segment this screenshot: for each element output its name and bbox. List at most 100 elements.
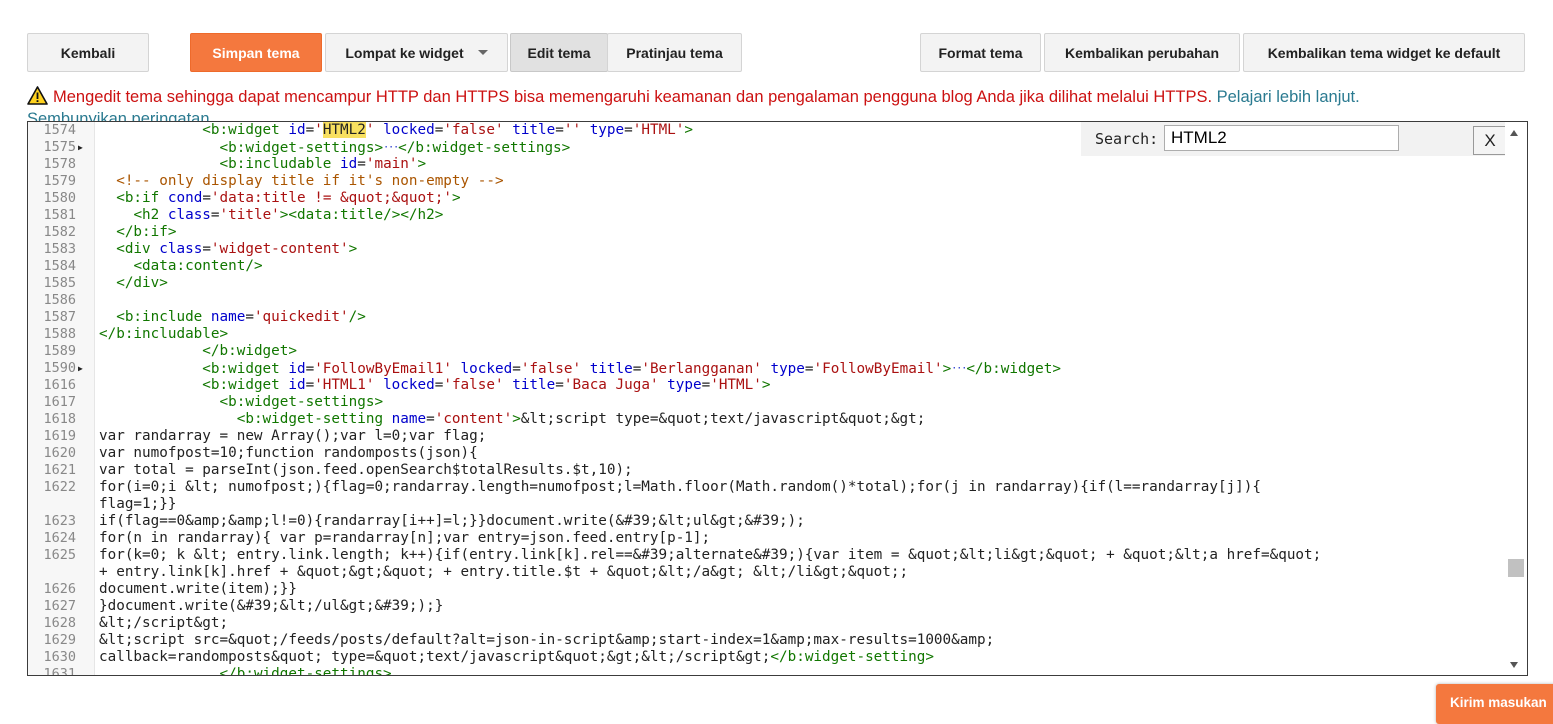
code-token: for(i=0;i &lt; numofpost;){flag=0;randar… (99, 479, 1262, 512)
code-token: <b:includable (219, 156, 332, 172)
jump-to-widget-dropdown[interactable]: Lompat ke widget (325, 33, 508, 72)
code-text: <h2 class='title'><data:title/></h2> (99, 207, 443, 224)
scroll-up-arrow-icon[interactable] (1510, 130, 1518, 136)
https-warning: Mengedit tema sehingga dapat mencampur H… (27, 86, 1527, 122)
code-token: 'widget-content' (210, 241, 349, 257)
code-text: for(k=0; k &lt; entry.link.length; k++){… (99, 547, 1321, 581)
edit-label: Edit tema (527, 44, 591, 61)
code-text: </b:includable> (99, 326, 228, 343)
line-number: 1621 (43, 462, 76, 478)
line-number: 1586 (43, 292, 76, 308)
code-token: </b:if> (116, 224, 177, 240)
code-token: callback=randomposts&quot; type=&quot;te… (99, 649, 771, 665)
line-number: 1622 (43, 479, 76, 495)
code-token: </b:includable> (99, 326, 229, 342)
line-number: 1581 (43, 207, 76, 223)
code-text: document.write(item);}} (99, 581, 297, 598)
close-search-button[interactable]: X (1473, 126, 1507, 155)
code-token: = (512, 361, 521, 377)
code-editor[interactable]: 1574 <b:widget id='HTML2' locked='false'… (27, 121, 1528, 676)
code-token: 'false' (443, 122, 504, 138)
save-theme-button[interactable]: Simpan tema (190, 33, 322, 72)
learn-more-link[interactable]: Pelajari lebih lanjut (1217, 88, 1356, 106)
line-number: 1618 (43, 411, 76, 427)
search-label: Search: (1095, 130, 1159, 148)
back-button[interactable]: Kembali (27, 33, 149, 72)
code-token: &lt;script src=&quot;/feeds/posts/defaul… (99, 632, 995, 648)
line-number: 1585 (43, 275, 76, 291)
code-token: document.write(item);}} (99, 581, 297, 597)
search-bar: Search: X (1081, 122, 1508, 156)
line-number: 1628 (43, 615, 76, 631)
fold-arrow-icon[interactable]: ▶ (78, 139, 88, 156)
code-text: <div class='widget-content'> (99, 241, 357, 258)
code-token: 'false' (520, 361, 582, 377)
code-text: for(i=0;i &lt; numofpost;){flag=0;randar… (99, 479, 1261, 513)
code-token: <b:if (116, 190, 160, 206)
code-text: <b:include name='quickedit'/> (99, 309, 366, 326)
code-token: title (589, 361, 633, 377)
scroll-down-arrow-icon[interactable] (1510, 662, 1518, 668)
code-token: = (555, 377, 564, 393)
code-token: </b:widget-setting> (770, 649, 934, 665)
code-token: = (210, 207, 220, 223)
line-number: 1629 (43, 632, 76, 648)
code-token: 'HTML1' (314, 377, 375, 393)
reset-widgets-button[interactable]: Kembalikan tema widget ke default (1243, 33, 1525, 72)
code-token: 'main' (365, 156, 418, 172)
send-feedback-button[interactable]: Kirim masukan (1436, 684, 1553, 724)
line-number: 1623 (43, 513, 76, 529)
code-token: <b:widget (202, 122, 280, 138)
code-token: = (245, 309, 254, 325)
line-number: 1582 (43, 224, 76, 240)
line-number: 1625 (43, 547, 76, 563)
fold-arrow-icon[interactable]: ▶ (78, 360, 88, 377)
folded-ellipsis-icon[interactable]: ··· (951, 363, 967, 374)
code-text: <b:includable id='main'> (99, 156, 427, 173)
code-token: class (159, 241, 203, 257)
line-number: 1631 (43, 666, 76, 676)
scrollbar-thumb[interactable] (1508, 559, 1524, 577)
format-theme-button[interactable]: Format tema (920, 33, 1041, 72)
code-token: ' (314, 122, 323, 138)
code-text: <b:if cond='data:title != &quot;&quot;'> (99, 190, 460, 207)
folded-ellipsis-icon[interactable]: ··· (383, 142, 399, 153)
code-token: = (555, 122, 564, 138)
preview-theme-button[interactable]: Pratinjau tema (607, 33, 742, 72)
code-text: for(n in randarray){ var p=randarray[n];… (99, 530, 710, 547)
vertical-scrollbar[interactable] (1505, 122, 1527, 675)
edit-theme-button[interactable]: Edit tema (510, 33, 608, 72)
code-token: > (417, 156, 427, 172)
code-token: <b:widget (202, 377, 280, 393)
code-text: <b:widget-settings>···</b:widget-setting… (99, 139, 571, 157)
search-input[interactable] (1164, 125, 1399, 151)
line-number: 1575 (43, 139, 76, 155)
code-token: <b:include (116, 309, 203, 325)
line-number: 1620 (43, 445, 76, 461)
code-token: 'quickedit' (253, 309, 349, 325)
code-text: </div> (99, 275, 168, 292)
code-token: for(n in randarray){ var p=randarray[n];… (99, 530, 711, 546)
code-token: 'HTML' (632, 122, 685, 138)
revert-changes-button[interactable]: Kembalikan perubahan (1044, 33, 1240, 72)
code-token: name (210, 309, 246, 325)
line-number: 1587 (43, 309, 76, 325)
code-text: &lt;/script&gt; (99, 615, 228, 632)
